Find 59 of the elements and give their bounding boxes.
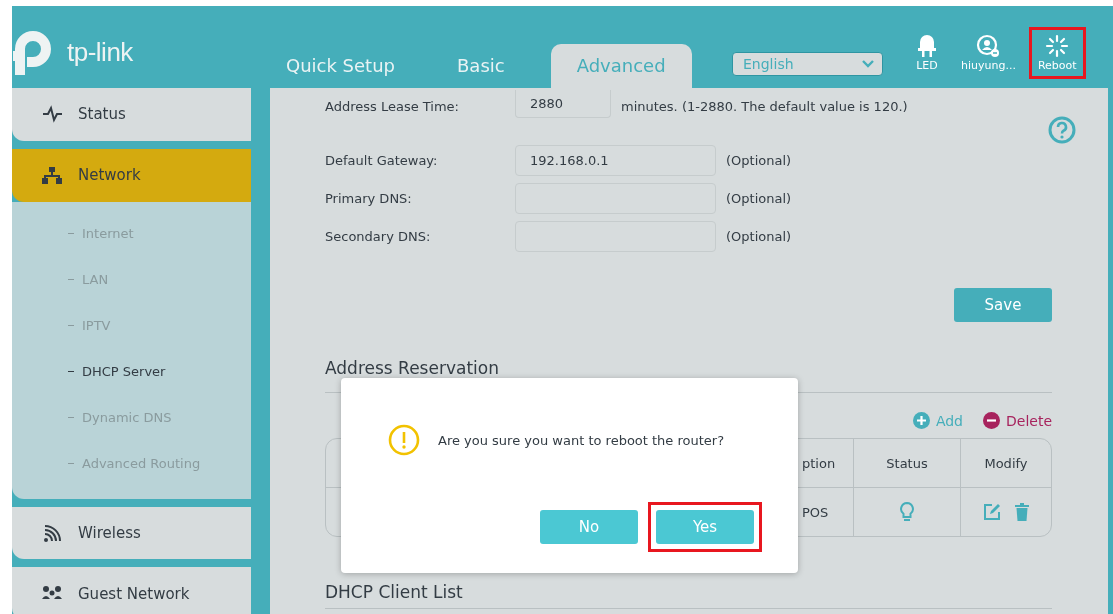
- nav-tab[interactable]: Quick Setup: [270, 54, 411, 88]
- chevron-down-icon: [862, 60, 874, 68]
- dialog-message: Are you sure you want to reboot the router?: [438, 432, 725, 448]
- submenu-item[interactable]: Internet: [82, 226, 134, 241]
- section-title: DHCP Client List: [325, 582, 1052, 609]
- dialog-button[interactable]: No: [540, 510, 638, 544]
- field-label: Address Lease Time:: [325, 99, 460, 114]
- user-icon: [976, 34, 1001, 58]
- toolbar-button[interactable]: Reboot: [1028, 27, 1086, 79]
- input-field[interactable]: 192.168.0.1: [515, 144, 716, 176]
- column-header: Modify: [960, 439, 1051, 487]
- dash-icon: [68, 233, 74, 234]
- sidebar-item[interactable]: Network: [12, 148, 251, 202]
- field-hint: (Optional): [726, 228, 792, 244]
- submenu-item[interactable]: Advanced Routing: [82, 456, 201, 471]
- column-header: Status: [853, 439, 960, 487]
- dash-icon: [68, 371, 74, 372]
- toolbar-button[interactable]: hiuyung...: [952, 27, 1025, 79]
- field-hint: minutes. (1-2880. The default value is 120.): [621, 99, 908, 114]
- field-label: Default Gateway:: [325, 152, 439, 168]
- dialog-button[interactable]: Yes: [656, 510, 754, 544]
- sidebar-item[interactable]: Status: [12, 88, 251, 141]
- table-cell-text: POS: [801, 503, 830, 522]
- input-field[interactable]: 2880: [515, 90, 611, 118]
- toolbar-button[interactable]: LED: [906, 27, 948, 79]
- spinner-icon: [1045, 34, 1070, 58]
- dash-icon: [68, 417, 74, 418]
- column-header: ption: [801, 454, 837, 473]
- warning-icon: [388, 424, 420, 456]
- save-button[interactable]: Save: [954, 288, 1052, 322]
- dash-icon: [68, 463, 74, 464]
- led-icon: [915, 34, 939, 58]
- submenu-item[interactable]: LAN: [82, 272, 109, 287]
- add-link[interactable]: Add: [912, 412, 963, 429]
- trash-icon[interactable]: [1015, 503, 1029, 521]
- plus-circle-icon: [912, 412, 930, 429]
- network-icon: [42, 166, 62, 185]
- delete-link[interactable]: Delete: [983, 412, 1052, 429]
- field-hint: (Optional): [726, 190, 792, 206]
- field-hint: (Optional): [726, 152, 792, 168]
- language-select[interactable]: English: [732, 52, 883, 76]
- submenu-item[interactable]: IPTV: [82, 318, 111, 333]
- help-icon[interactable]: [1048, 116, 1076, 144]
- sidebar-item[interactable]: Wireless: [12, 506, 251, 560]
- submenu-item[interactable]: Dynamic DNS: [82, 410, 172, 425]
- pulse-icon: [42, 105, 62, 124]
- lightbulb-icon: [899, 501, 915, 523]
- field-label: Primary DNS:: [325, 190, 413, 206]
- dash-icon: [68, 279, 74, 280]
- nav-tab[interactable]: Basic: [441, 54, 521, 88]
- field-label: Secondary DNS:: [325, 228, 432, 244]
- minus-circle-icon: [983, 412, 1000, 429]
- logo-text: tp-link: [67, 36, 133, 68]
- edit-icon[interactable]: [983, 503, 1001, 521]
- submenu-item[interactable]: DHCP Server: [82, 364, 166, 379]
- sidebar-item[interactable]: Guest Network: [12, 567, 251, 614]
- dash-icon: [68, 325, 74, 326]
- nav-tab[interactable]: Advanced: [550, 44, 692, 88]
- wifi-icon: [42, 523, 62, 542]
